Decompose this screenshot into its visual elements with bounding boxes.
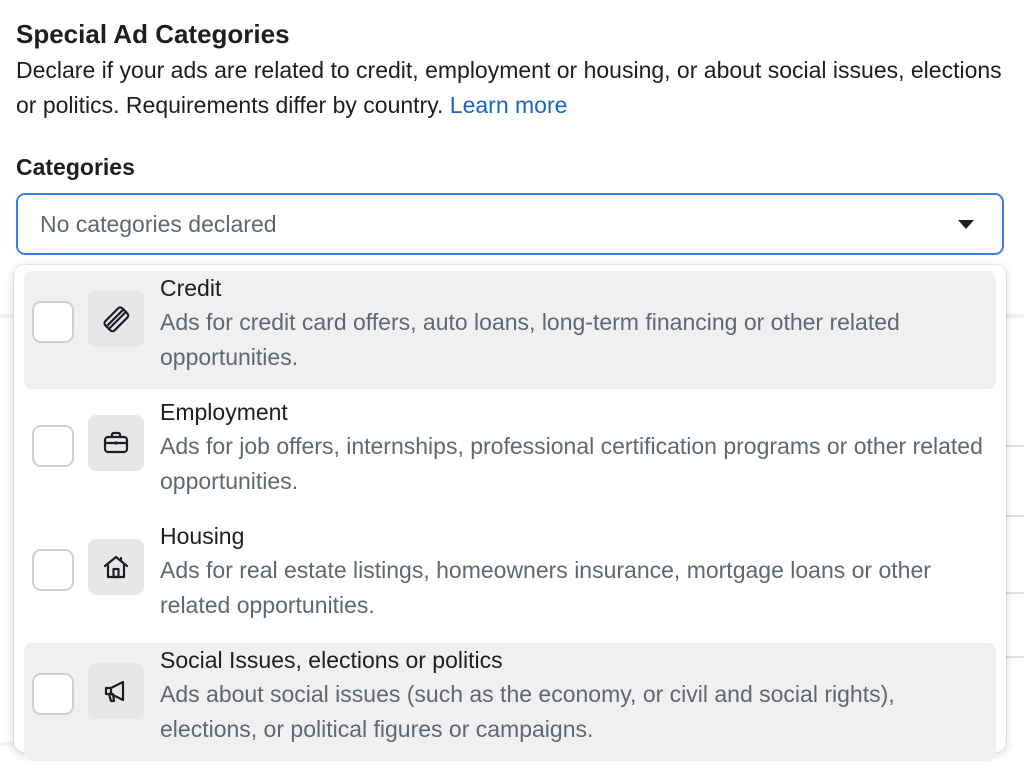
credit-card-icon (88, 291, 144, 347)
option-credit[interactable]: Credit Ads for credit card offers, auto … (24, 271, 996, 389)
option-social-issues-title: Social Issues, elections or politics (160, 647, 503, 673)
employment-checkbox[interactable] (32, 425, 74, 467)
learn-more-link[interactable]: Learn more (450, 92, 568, 118)
option-employment[interactable]: Employment Ads for job offers, internshi… (24, 395, 996, 513)
social-issues-checkbox[interactable] (32, 673, 74, 715)
option-credit-description: Ads for credit card offers, auto loans, … (160, 309, 900, 370)
option-social-issues-description: Ads about social issues (such as the eco… (160, 681, 895, 742)
option-housing-description: Ads for real estate listings, homeowners… (160, 557, 931, 618)
special-ad-categories-panel: Special Ad Categories Declare if your ad… (0, 0, 1024, 769)
option-housing[interactable]: Housing Ads for real estate listings, ho… (24, 519, 996, 637)
categories-select-value: No categories declared (40, 210, 277, 237)
categories-select[interactable]: No categories declared (16, 193, 1004, 255)
chevron-down-icon (958, 220, 974, 229)
section-description: Declare if your ads are related to credi… (16, 53, 1006, 123)
house-icon (88, 539, 144, 595)
categories-label: Categories (16, 154, 135, 180)
option-housing-title: Housing (160, 523, 245, 549)
section-title: Special Ad Categories (16, 19, 290, 49)
option-credit-title: Credit (160, 275, 222, 301)
option-social-issues[interactable]: Social Issues, elections or politics Ads… (24, 643, 996, 761)
background-divider (1006, 314, 1024, 318)
megaphone-icon (88, 663, 144, 719)
option-employment-description: Ads for job offers, internships, profess… (160, 433, 983, 494)
housing-checkbox[interactable] (32, 549, 74, 591)
background-divider (0, 314, 14, 318)
option-employment-title: Employment (160, 399, 288, 425)
background-divider (0, 742, 14, 746)
credit-checkbox[interactable] (32, 301, 74, 343)
briefcase-icon (88, 415, 144, 471)
categories-dropdown-menu: Credit Ads for credit card offers, auto … (14, 265, 1006, 761)
